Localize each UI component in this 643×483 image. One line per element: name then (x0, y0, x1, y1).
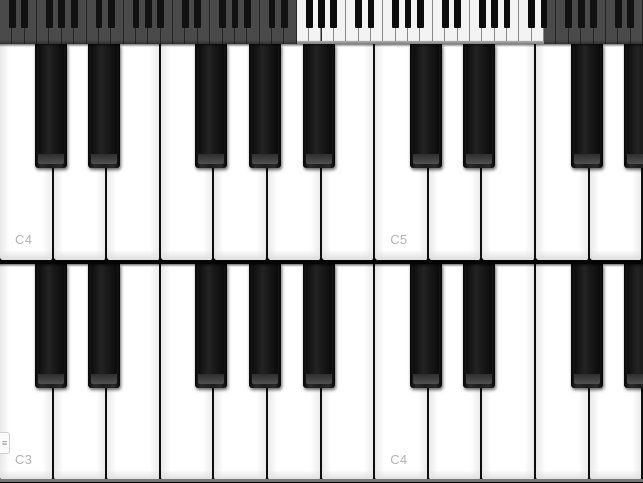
note-label: C4 (15, 232, 33, 247)
navigator-black-key (614, 0, 622, 28)
navigator-black-key (182, 0, 189, 28)
navigator-black-key (565, 0, 573, 28)
navigator-black-key (627, 0, 635, 28)
navigator-black-key (330, 0, 338, 28)
navigator-black-key (58, 0, 66, 28)
lower-keyboard: C3 C4 (0, 264, 643, 483)
black-key-f-sharp[interactable] (570, 264, 603, 388)
navigator-black-key (355, 0, 362, 28)
navigator-black-key (132, 0, 140, 28)
navigator-black-key (392, 0, 400, 28)
navigator-black-key (478, 0, 486, 28)
black-key-g-sharp[interactable] (624, 264, 643, 388)
keyboard-navigator-strip[interactable] (0, 0, 643, 44)
black-key-d-sharp[interactable] (463, 264, 496, 388)
navigator-black-key (231, 0, 239, 28)
upper-keyboard: C4 C5 (0, 44, 643, 263)
black-key-g-sharp[interactable] (249, 264, 281, 388)
note-label: C4 (390, 452, 408, 467)
navigator-black-key (367, 0, 375, 28)
navigator-black-key (454, 0, 461, 28)
navigator-black-key (194, 0, 202, 28)
navigator-black-key (503, 0, 511, 28)
navigator-black-key (95, 0, 103, 28)
navigator-black-key (70, 0, 78, 28)
black-key-d-sharp[interactable] (88, 264, 121, 388)
black-key-a-sharp[interactable] (302, 264, 335, 388)
note-label: C5 (390, 232, 408, 247)
black-key-c-sharp[interactable] (34, 264, 67, 388)
navigator-black-key (404, 0, 412, 28)
navigator-black-key (441, 0, 449, 28)
navigator-black-key (281, 0, 288, 28)
navigator-black-key (491, 0, 498, 28)
navigator-black-key (528, 0, 536, 28)
navigator-black-key (107, 0, 115, 28)
black-key-c-sharp[interactable] (409, 264, 442, 388)
black-key-c-sharp[interactable] (409, 44, 442, 168)
menu-lines-icon: ≡ (1, 437, 8, 448)
black-key-g-sharp[interactable] (249, 44, 281, 168)
navigator-black-key (219, 0, 226, 28)
black-key-f-sharp[interactable] (195, 264, 228, 388)
navigator-black-key (8, 0, 16, 28)
black-key-a-sharp[interactable] (302, 44, 335, 168)
navigator-black-key (157, 0, 165, 28)
navigator-black-key (268, 0, 276, 28)
menu-handle-button[interactable]: ≡ (0, 432, 10, 454)
black-key-c-sharp[interactable] (34, 44, 67, 168)
navigator-black-key (243, 0, 251, 28)
black-key-g-sharp[interactable] (624, 44, 643, 168)
navigator-black-key (305, 0, 313, 28)
note-label: C3 (15, 452, 33, 467)
navigator-black-key (540, 0, 548, 28)
navigator-black-key (46, 0, 53, 28)
black-key-f-sharp[interactable] (195, 44, 228, 168)
black-key-f-sharp[interactable] (570, 44, 603, 168)
black-key-d-sharp[interactable] (88, 44, 121, 168)
navigator-black-key (144, 0, 152, 28)
navigator-black-key (417, 0, 424, 28)
black-key-d-sharp[interactable] (463, 44, 496, 168)
navigator-black-key (590, 0, 597, 28)
navigator-black-key (577, 0, 585, 28)
navigator-black-key (318, 0, 325, 28)
navigator-black-key (21, 0, 29, 28)
